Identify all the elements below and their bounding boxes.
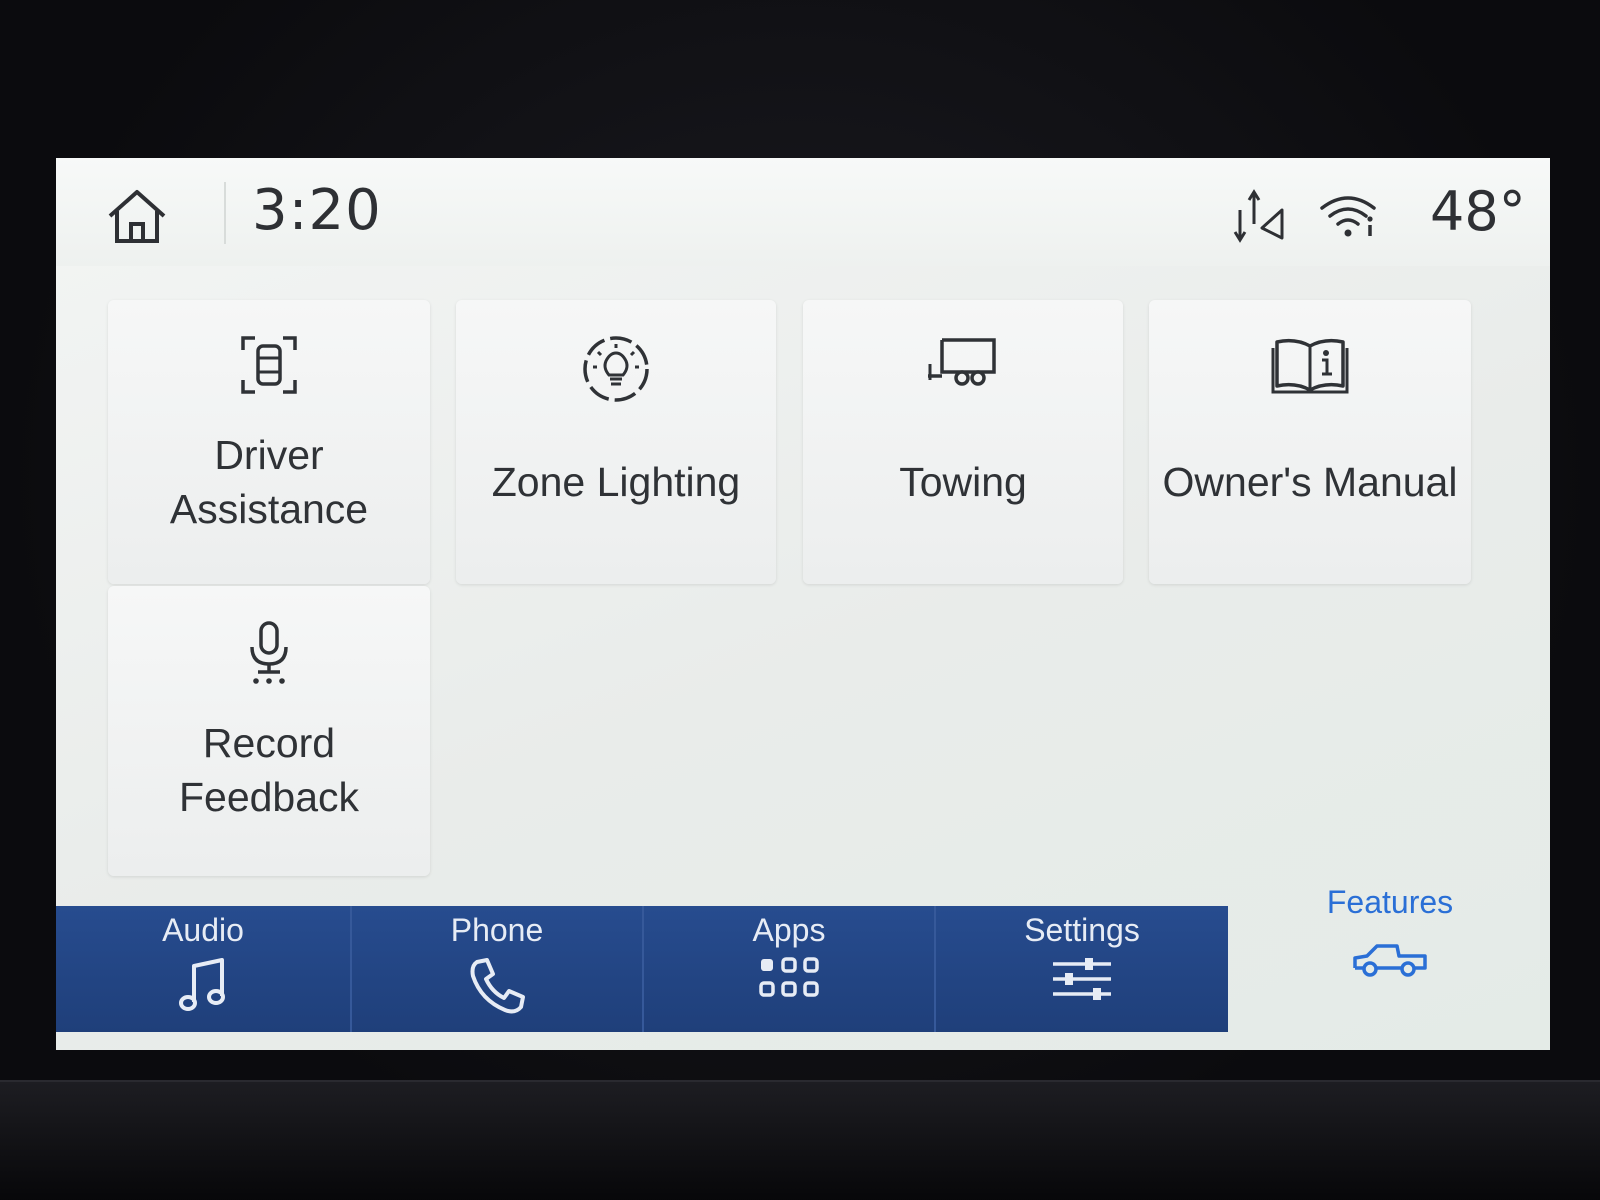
tab-phone[interactable]: Phone: [352, 906, 644, 1032]
tile-zone-lighting[interactable]: Zone Lighting: [456, 300, 776, 584]
tab-apps[interactable]: Apps: [644, 906, 936, 1032]
tab-label: Apps: [752, 912, 826, 948]
tile-label: Towing: [899, 459, 1027, 505]
tab-features[interactable]: Features: [1230, 884, 1550, 1044]
tile-record-feedback[interactable]: Record Feedback: [108, 586, 430, 876]
tile-driver-assistance[interactable]: Driver Assistance: [108, 300, 430, 584]
tab-label: Settings: [1024, 912, 1140, 948]
sliders-icon: [1053, 958, 1111, 1000]
tile-owners-manual[interactable]: Owner's Manual: [1149, 300, 1471, 584]
tab-settings[interactable]: Settings: [936, 906, 1228, 1032]
tab-label: Features: [1326, 884, 1454, 920]
book-info-icon: [1271, 338, 1349, 394]
trailer-icon: [928, 338, 996, 386]
home-icon: [108, 190, 166, 243]
microphone-icon: [250, 621, 288, 684]
tile-label-line: Assistance: [169, 486, 369, 532]
infotainment-screen: 3:20 48° Driver Assistance Zone Lighting…: [56, 158, 1550, 1050]
tile-towing[interactable]: Towing: [803, 300, 1123, 584]
status-bar: 3:20 48°: [56, 158, 1550, 266]
wifi-info-icon: [1320, 196, 1376, 237]
tile-label: Record Feedback: [108, 716, 430, 824]
truck-icon: [1353, 944, 1427, 977]
tile-label: Driver Assistance: [108, 428, 430, 536]
tile-label: Zone Lighting: [491, 459, 741, 505]
tile-label-line: Driver: [214, 432, 324, 478]
tile-label: Owner's Manual: [1162, 459, 1458, 505]
navigation-status-icon: [1233, 189, 1284, 243]
status-divider: [224, 182, 226, 244]
tile-label-line: Feedback: [178, 774, 360, 820]
home-button[interactable]: [104, 186, 170, 246]
bezel-lower-trim: [0, 1080, 1600, 1200]
clock: 3:20: [252, 178, 382, 243]
tab-label: Phone: [450, 912, 544, 948]
tab-audio[interactable]: Audio: [56, 906, 352, 1032]
tile-label-line: Record: [202, 720, 336, 766]
tab-label: Audio: [162, 912, 244, 948]
driver-assist-icon: [241, 336, 297, 394]
outside-temperature: 48°: [1430, 180, 1526, 243]
bottom-navigation: Audio Phone Apps Settings Features: [56, 884, 1550, 1050]
apps-grid-icon: [759, 957, 819, 997]
phone-icon: [470, 958, 525, 1014]
music-note-icon: [179, 958, 225, 1011]
zone-lighting-icon: [583, 336, 649, 402]
